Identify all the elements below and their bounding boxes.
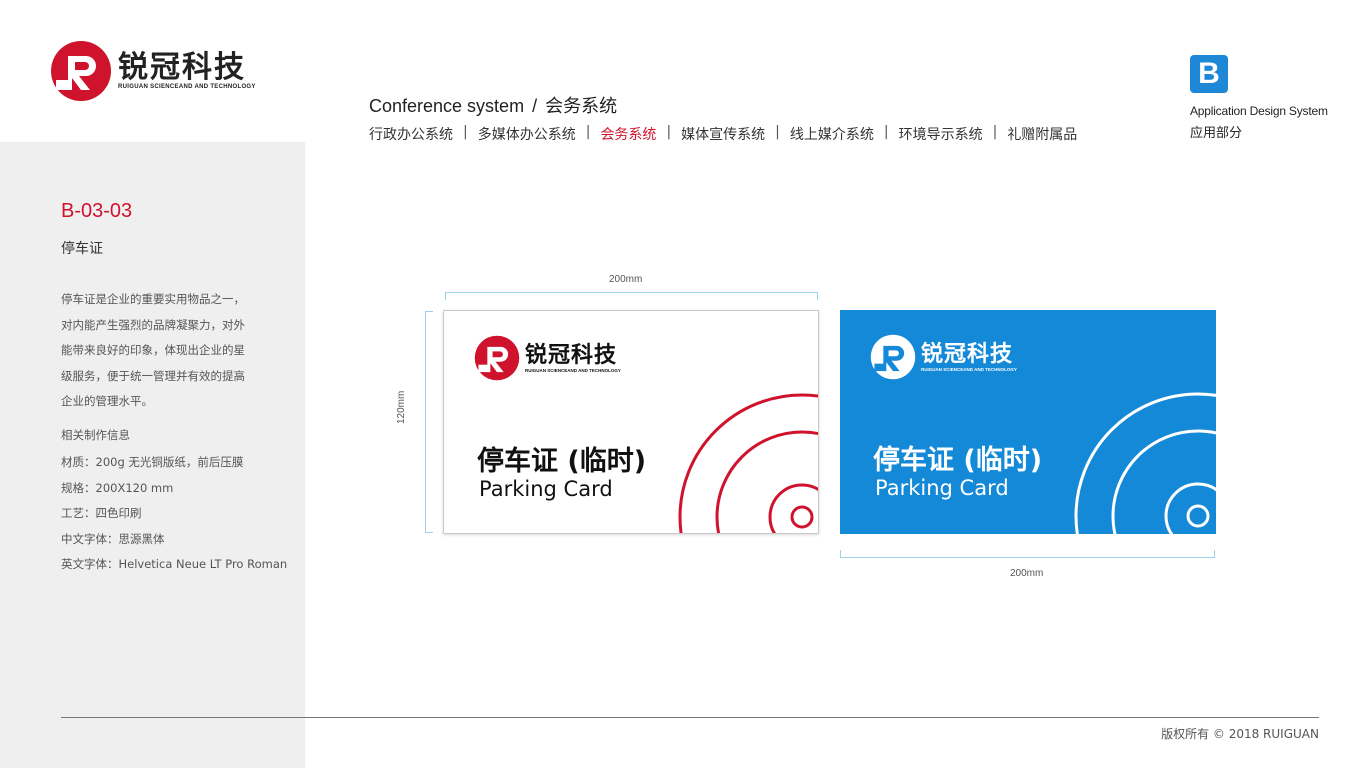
spec-size: 规格：200X120 mm xyxy=(61,480,174,495)
card-brand-cn: 锐冠科技 xyxy=(921,341,1014,367)
item-code: B-03-03 xyxy=(61,200,133,222)
description-line: 企业的管理水平。 xyxy=(61,394,153,409)
description-line: 能带来良好的印象，体现出企业的星 xyxy=(61,343,245,358)
nav-separator: | xyxy=(883,124,889,140)
spec-font-cn: 中文字体：思源黑体 xyxy=(61,531,165,546)
nav-item-multimedia-office[interactable]: 多媒体办公系统 xyxy=(478,124,576,144)
nav-item-conference[interactable]: 会务系统 xyxy=(600,124,656,144)
heading-en: Conference system xyxy=(369,96,525,116)
spec-process: 工艺：四色印刷 xyxy=(61,506,142,521)
dimension-left-height: 120mm xyxy=(396,390,407,424)
section-badge: B xyxy=(1190,55,1228,93)
footer-copyright: 版权所有 © 2018 RUIGUAN xyxy=(1161,727,1319,741)
description-line: 对内能产生强烈的品牌凝聚力，对外 xyxy=(61,317,245,332)
description-line: 停车证是企业的重要实用物品之一， xyxy=(61,292,245,306)
spec-heading: 相关制作信息 xyxy=(61,428,130,442)
dimension-line-top xyxy=(445,292,818,300)
brand-logo: 锐冠科技 RUIGUAN SCIENCEAND AND TECHNOLOGY xyxy=(50,40,256,102)
nav-item-online-media[interactable]: 线上媒介系统 xyxy=(790,124,874,144)
heading-cn: 会务系统 xyxy=(545,96,618,116)
nav-separator: | xyxy=(775,124,780,140)
dimension-bottom-width: 200mm xyxy=(1010,568,1044,579)
card-title-en: Parking Card xyxy=(875,476,1009,500)
nav-separator: | xyxy=(463,124,468,140)
card-logo: 锐冠科技 RUIGUAN SCIENCEAND AND TECHNOLOGY xyxy=(474,335,621,381)
footer-divider xyxy=(61,717,1319,718)
card-brand-en: RUIGUAN SCIENCEAND AND TECHNOLOGY xyxy=(525,367,621,373)
card-title-cn: 停车证 (临时) xyxy=(873,445,1043,476)
page-heading: Conference system / 会务系统 xyxy=(369,92,617,118)
description-line: 级服务，便于统一管理并有效的提高 xyxy=(61,368,245,383)
brand-name-cn: 锐冠科技 xyxy=(118,50,246,85)
card-brand-cn: 锐冠科技 xyxy=(525,342,618,368)
brand-mark-icon xyxy=(51,41,111,101)
dimension-top-width: 200mm xyxy=(609,274,643,285)
nav-item-admin-office[interactable]: 行政办公系统 xyxy=(369,124,453,144)
section-label-en: Application Design System xyxy=(1190,104,1328,118)
spec-font-en: 英文字体：Helvetica Neue LT Pro Roman xyxy=(61,557,288,572)
card-brand-en: RUIGUAN SCIENCEAND AND TECHNOLOGY xyxy=(921,366,1017,372)
parking-card-white: 锐冠科技 RUIGUAN SCIENCEAND AND TECHNOLOGY 停… xyxy=(443,310,819,534)
page: 锐冠科技 RUIGUAN SCIENCEAND AND TECHNOLOGY C… xyxy=(0,0,1366,768)
spec-material: 材质：200g 无光铜版纸，前后压膜 xyxy=(61,455,244,469)
nav-separator: | xyxy=(666,124,672,140)
spec-list: 材质：200g 无光铜版纸，前后压膜 规格：200X120 mm 工艺：四色印刷… xyxy=(61,450,287,578)
brand-name-en: RUIGUAN SCIENCEAND AND TECHNOLOGY xyxy=(118,84,256,90)
nav-item-media-promo[interactable]: 媒体宣传系统 xyxy=(681,124,765,144)
heading-separator: / xyxy=(532,96,538,116)
card-logo: 锐冠科技 RUIGUAN SCIENCEAND AND TECHNOLOGY xyxy=(870,334,1017,380)
nav-separator: | xyxy=(585,124,591,140)
nav-item-wayfinding[interactable]: 环境导示系统 xyxy=(899,124,983,144)
parking-card-blue: 锐冠科技 RUIGUAN SCIENCEAND AND TECHNOLOGY 停… xyxy=(840,310,1216,534)
system-nav: 行政办公系统 | 多媒体办公系统 | 会务系统 | 媒体宣传系统 | 线上媒介系… xyxy=(369,124,1077,144)
item-description: 停车证是企业的重要实用物品之一， 对内能产生强烈的品牌凝聚力，对外 能带来良好的… xyxy=(61,287,281,415)
card-title-en: Parking Card xyxy=(479,477,613,501)
item-title: 停车证 xyxy=(61,241,103,257)
dimension-line-left xyxy=(425,311,433,533)
card-title-cn: 停车证 (临时) xyxy=(477,446,647,477)
brand-mark-icon xyxy=(870,334,916,380)
brand-mark-icon xyxy=(474,335,520,381)
nav-item-gifts[interactable]: 礼赠附属品 xyxy=(1007,124,1077,144)
dimension-line-bottom xyxy=(840,550,1215,558)
section-label-cn: 应用部分 xyxy=(1190,126,1243,141)
nav-separator: | xyxy=(992,124,998,140)
